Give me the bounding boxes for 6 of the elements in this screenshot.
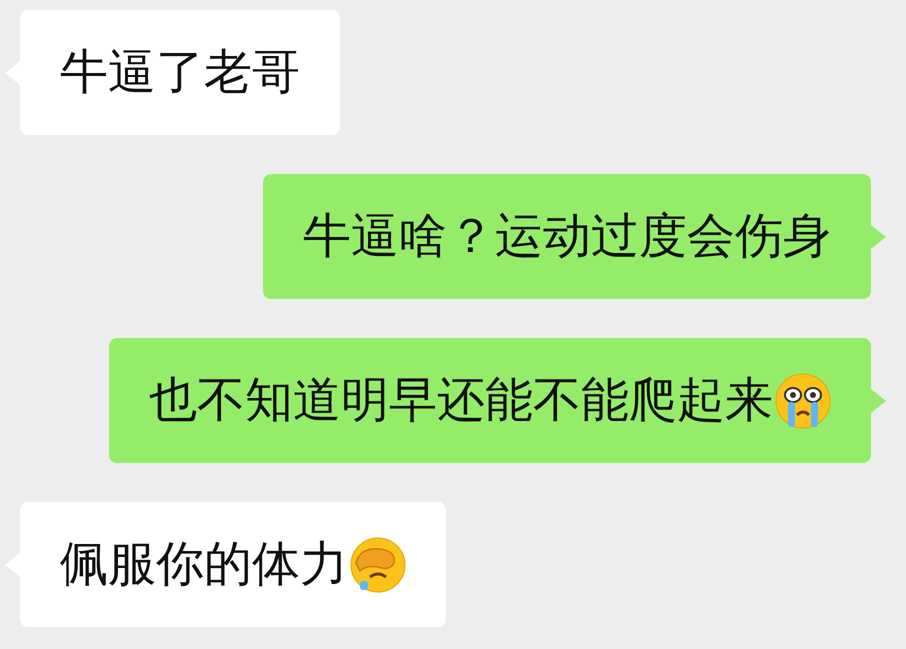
message-text: 佩服你的体力	[60, 536, 348, 594]
facepalm-face-icon	[350, 536, 406, 592]
crying-face-icon	[775, 372, 831, 428]
message-text: 也不知道明早还能不能爬起来	[149, 372, 773, 430]
message-text: 牛逼了老哥	[60, 44, 300, 102]
message-text: 牛逼啥？运动过度会伤身	[303, 208, 831, 266]
